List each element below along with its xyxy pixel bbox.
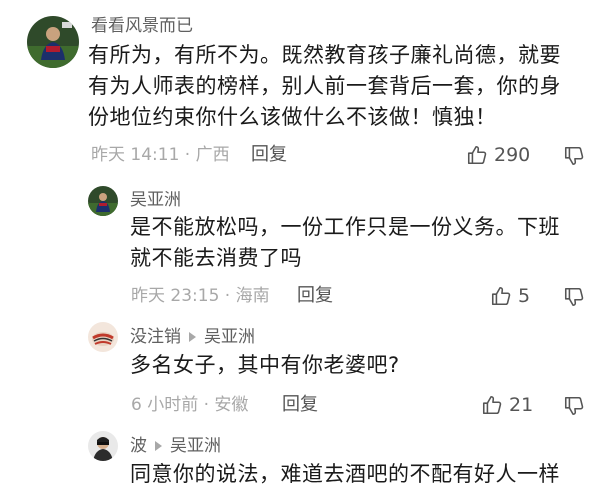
thumbs-up-icon xyxy=(482,395,502,415)
avatar[interactable] xyxy=(88,322,118,352)
reply-to-author[interactable]: 吴亚洲 xyxy=(170,436,221,456)
triangle-right-icon xyxy=(189,332,196,342)
like-count: 290 xyxy=(494,144,531,166)
reply-button[interactable]: 回复 xyxy=(282,395,318,415)
thumbs-down-icon xyxy=(564,146,584,166)
comment-author-line: 波 吴亚洲 xyxy=(130,436,221,456)
comment-time-location: 昨天 14:11 · 广西 xyxy=(91,145,230,165)
comment-text-line: 多名女子，其中有你老婆吧? xyxy=(130,353,400,377)
like-count: 5 xyxy=(518,285,531,307)
like-button[interactable]: 5 xyxy=(490,285,530,307)
thumbs-up-icon xyxy=(467,145,487,165)
avatar-image xyxy=(88,431,118,461)
comment-time-location: 6 小时前 · 安徽 xyxy=(131,395,249,415)
comment-author[interactable]: 吴亚洲 xyxy=(130,190,181,210)
comment-author-line: 没注销 吴亚洲 xyxy=(130,327,255,347)
avatar[interactable] xyxy=(88,431,118,461)
comment-text: 同意你的说法，难道去酒吧的不配有好人一样 xyxy=(130,459,560,490)
triangle-right-icon xyxy=(155,441,162,451)
comment-text: 多名女子，其中有你老婆吧? xyxy=(130,350,400,381)
avatar-image xyxy=(88,322,118,352)
avatar-image xyxy=(27,16,79,68)
avatar[interactable] xyxy=(27,16,79,68)
comment-author[interactable]: 看看风景而已 xyxy=(91,16,193,36)
comment-text-line: 是不能放松吗，一份工作只是一份义务。下班 xyxy=(130,215,560,239)
comment-text: 有所为，有所不为。既然教育孩子廉礼尚德，就要 有为人师表的榜样，别人前一套背后一… xyxy=(88,40,561,133)
comment-author[interactable]: 没注销 xyxy=(130,327,181,347)
comment-text-line: 就不能去消费了吗 xyxy=(130,246,302,270)
comment-text-line: 同意你的说法，难道去酒吧的不配有好人一样 xyxy=(130,462,560,486)
dislike-button[interactable] xyxy=(563,395,585,417)
dislike-button[interactable] xyxy=(563,145,585,167)
thumbs-down-icon xyxy=(564,396,584,416)
thumbs-down-icon xyxy=(564,287,584,307)
like-count: 21 xyxy=(509,394,534,416)
comment-author[interactable]: 波 xyxy=(130,436,147,456)
comment-text-line: 有为人师表的榜样，别人前一套背后一套，你的身 xyxy=(88,74,561,98)
comment-text-line: 份地位约束你什么该做什么不该做！慎独！ xyxy=(88,105,497,129)
avatar-image xyxy=(88,186,118,216)
reply-button[interactable]: 回复 xyxy=(251,145,287,165)
reply-button[interactable]: 回复 xyxy=(297,286,333,306)
dislike-button[interactable] xyxy=(563,286,585,308)
thumbs-up-icon xyxy=(491,286,511,306)
comment-time-location: 昨天 23:15 · 海南 xyxy=(131,286,270,306)
avatar[interactable] xyxy=(88,186,118,216)
like-button[interactable]: 21 xyxy=(481,394,533,416)
comment-text-line: 有所为，有所不为。既然教育孩子廉礼尚德，就要 xyxy=(88,43,561,67)
like-button[interactable]: 290 xyxy=(466,144,530,166)
comment-text: 是不能放松吗，一份工作只是一份义务。下班 就不能去消费了吗 xyxy=(130,212,560,274)
reply-to-author[interactable]: 吴亚洲 xyxy=(204,327,255,347)
